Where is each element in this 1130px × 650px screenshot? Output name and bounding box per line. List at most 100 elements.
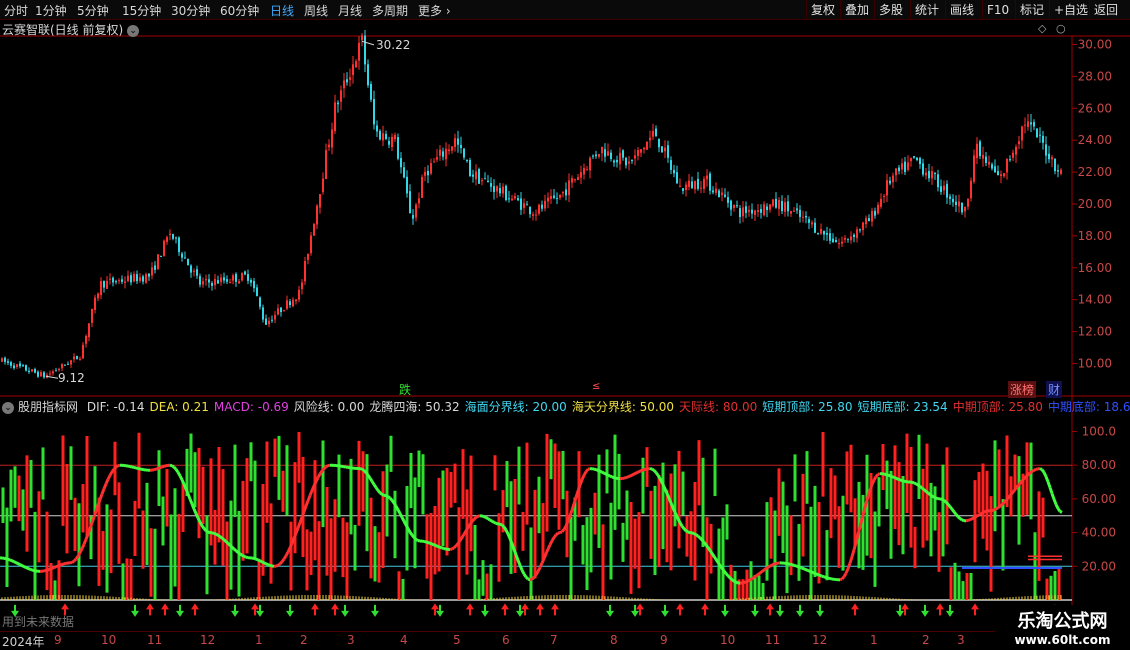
candle-body	[592, 155, 594, 157]
oscillator-line	[961, 518, 965, 523]
oscillator-line	[437, 545, 441, 549]
oscillator-line	[771, 562, 775, 567]
candle-body	[703, 178, 705, 189]
oscillator-line	[280, 558, 286, 563]
oscillator-line	[576, 484, 582, 492]
indicator-name[interactable]: 股朋指标网	[18, 400, 78, 414]
oscillator-line	[253, 557, 257, 561]
candle-body	[874, 210, 876, 216]
candle-body	[319, 194, 321, 208]
oscillator-line	[1054, 503, 1060, 510]
chevron-down-icon[interactable]: ⌄	[127, 24, 140, 37]
candle-body	[445, 148, 447, 160]
oscillator-line	[708, 549, 714, 555]
candle-body	[772, 199, 774, 206]
candle-body	[427, 170, 429, 176]
oscillator-line	[532, 573, 538, 579]
oscillator-line	[757, 571, 761, 576]
oscillator-line	[74, 555, 80, 560]
oscillator-line	[277, 562, 281, 567]
oscillator-line	[977, 512, 981, 517]
candle-body	[880, 198, 882, 207]
oscillator-line	[767, 564, 771, 569]
event-tag[interactable]: ≤	[592, 381, 600, 392]
candle-body	[493, 186, 495, 193]
oscillator-line	[712, 555, 718, 561]
oscillator-line	[456, 539, 462, 545]
sell-arrow-icon	[721, 604, 729, 617]
candle-body	[439, 149, 441, 156]
die-tag[interactable]: 跌	[399, 381, 411, 398]
oscillator-line	[1040, 468, 1046, 474]
oscillator-line	[1046, 481, 1052, 488]
close-icon[interactable]: ○	[1056, 22, 1066, 35]
oscillator-line	[811, 570, 815, 575]
candle-body	[787, 201, 789, 212]
oscillator-line	[404, 524, 410, 530]
candle-body	[13, 365, 15, 369]
buy-arrow-icon	[146, 603, 154, 616]
candle-body	[1021, 126, 1023, 141]
buy-arrow-icon	[536, 603, 544, 616]
price-tick-label: 14.00	[1078, 293, 1112, 307]
oscillator-line	[184, 488, 190, 495]
candle-body	[673, 169, 675, 174]
candle-body	[859, 229, 861, 231]
oscillator-line	[396, 508, 402, 515]
oscillator-line	[625, 475, 629, 480]
candle-body	[748, 210, 750, 212]
candle-body	[160, 256, 162, 258]
oscillator-line	[850, 549, 856, 558]
finance-tag[interactable]: 财	[1046, 381, 1063, 398]
oscillator-line	[325, 464, 329, 469]
oscillator-line	[931, 494, 935, 499]
candle-body	[652, 131, 654, 137]
candle-body	[1, 358, 3, 362]
oscillator-line	[693, 532, 697, 536]
candle-body	[538, 204, 540, 214]
oscillator-line	[1056, 507, 1062, 513]
oscillator-line	[668, 500, 674, 506]
month-label: 11	[147, 633, 163, 647]
candle-body	[1003, 173, 1005, 177]
candle-body	[7, 361, 9, 363]
oscillator-line	[433, 543, 437, 548]
candle-body	[910, 158, 912, 162]
oscillator-line	[981, 510, 985, 515]
buy-arrow-icon	[521, 603, 529, 616]
month-label: 9	[54, 633, 62, 647]
candle-body	[259, 297, 261, 307]
oscillator-line	[584, 468, 590, 473]
candle-body	[559, 194, 561, 198]
oscillator-line	[86, 528, 92, 535]
oscillator-line	[23, 565, 27, 569]
candle-body	[274, 315, 276, 320]
oscillator-line	[381, 493, 385, 497]
kline-chart-canvas[interactable]: 30.00 28.00 26.00 24.00 22.00 20.00 18.00 16.00…	[0, 0, 1130, 650]
oscillator-line	[1010, 489, 1016, 495]
oscillator-line	[155, 467, 159, 471]
price-tick-label: 22.00	[1078, 165, 1112, 179]
oscillator-line	[415, 538, 419, 542]
zhangbang-tag[interactable]: 涨榜	[1008, 381, 1037, 398]
candle-body	[40, 372, 42, 377]
candle-body	[601, 146, 603, 154]
oscillator-line	[685, 529, 689, 534]
oscillator-line	[572, 496, 578, 505]
candle-body	[400, 158, 402, 168]
oscillator-line	[595, 468, 599, 472]
candle-body	[736, 205, 738, 207]
candle-body	[679, 185, 681, 187]
chevron-down-icon[interactable]: ⌄	[2, 401, 14, 414]
candle-body	[889, 180, 891, 184]
diamond-icon[interactable]: ◇	[1038, 22, 1046, 35]
ind-tick-label: 20.00	[1082, 559, 1116, 573]
candle-body	[904, 161, 906, 172]
oscillator-line	[15, 561, 19, 565]
oscillator-line	[568, 509, 574, 517]
oscillator-line	[901, 479, 905, 483]
candle-body	[967, 198, 969, 207]
oscillator-line	[174, 468, 180, 474]
sell-arrow-icon	[436, 604, 444, 617]
oscillator-line	[763, 567, 767, 572]
